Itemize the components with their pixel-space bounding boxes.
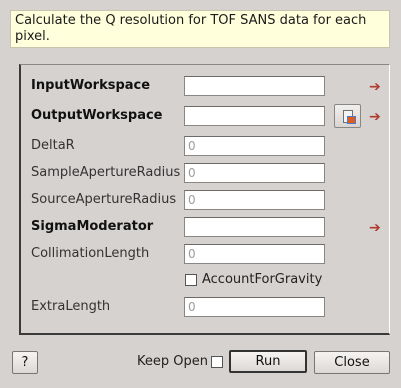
account-for-gravity-label: AccountForGravity xyxy=(202,272,323,287)
algorithm-description: Calculate the Q resolution for TOF SANS … xyxy=(10,10,390,48)
required-arrow-icon: ➔ xyxy=(369,109,381,125)
sample-aperture-radius-label: SampleApertureRadius xyxy=(31,165,181,180)
sigma-moderator-label: SigmaModerator xyxy=(31,219,154,234)
output-workspace-label: OutputWorkspace xyxy=(31,108,163,123)
keep-open-label: Keep Open xyxy=(137,354,208,369)
output-workspace-field[interactable] xyxy=(184,106,325,126)
required-arrow-icon: ➔ xyxy=(369,220,381,236)
run-button[interactable]: Run xyxy=(229,350,307,373)
required-arrow-icon: ➔ xyxy=(369,79,381,95)
collimation-length-field[interactable]: 0 xyxy=(184,244,325,264)
browse-workspace-icon xyxy=(343,110,356,124)
sigma-moderator-field[interactable] xyxy=(184,217,325,237)
delta-r-label: DeltaR xyxy=(31,138,75,153)
collimation-length-label: CollimationLength xyxy=(31,246,150,261)
keep-open-checkbox[interactable] xyxy=(211,356,223,368)
extra-length-field[interactable]: 0 xyxy=(184,297,325,317)
extra-length-label: ExtraLength xyxy=(31,299,111,314)
input-workspace-label: InputWorkspace xyxy=(31,78,151,93)
algorithm-dialog: Calculate the Q resolution for TOF SANS … xyxy=(0,0,401,388)
browse-workspace-button[interactable] xyxy=(334,104,361,128)
delta-r-field[interactable]: 0 xyxy=(184,136,325,156)
close-button[interactable]: Close xyxy=(314,351,390,374)
help-button[interactable]: ? xyxy=(12,351,38,374)
source-aperture-radius-label: SourceApertureRadius xyxy=(31,192,177,207)
source-aperture-radius-field[interactable]: 0 xyxy=(184,190,325,210)
account-for-gravity-checkbox[interactable] xyxy=(185,274,197,286)
input-workspace-field[interactable] xyxy=(184,76,325,96)
sample-aperture-radius-field[interactable]: 0 xyxy=(184,163,325,183)
